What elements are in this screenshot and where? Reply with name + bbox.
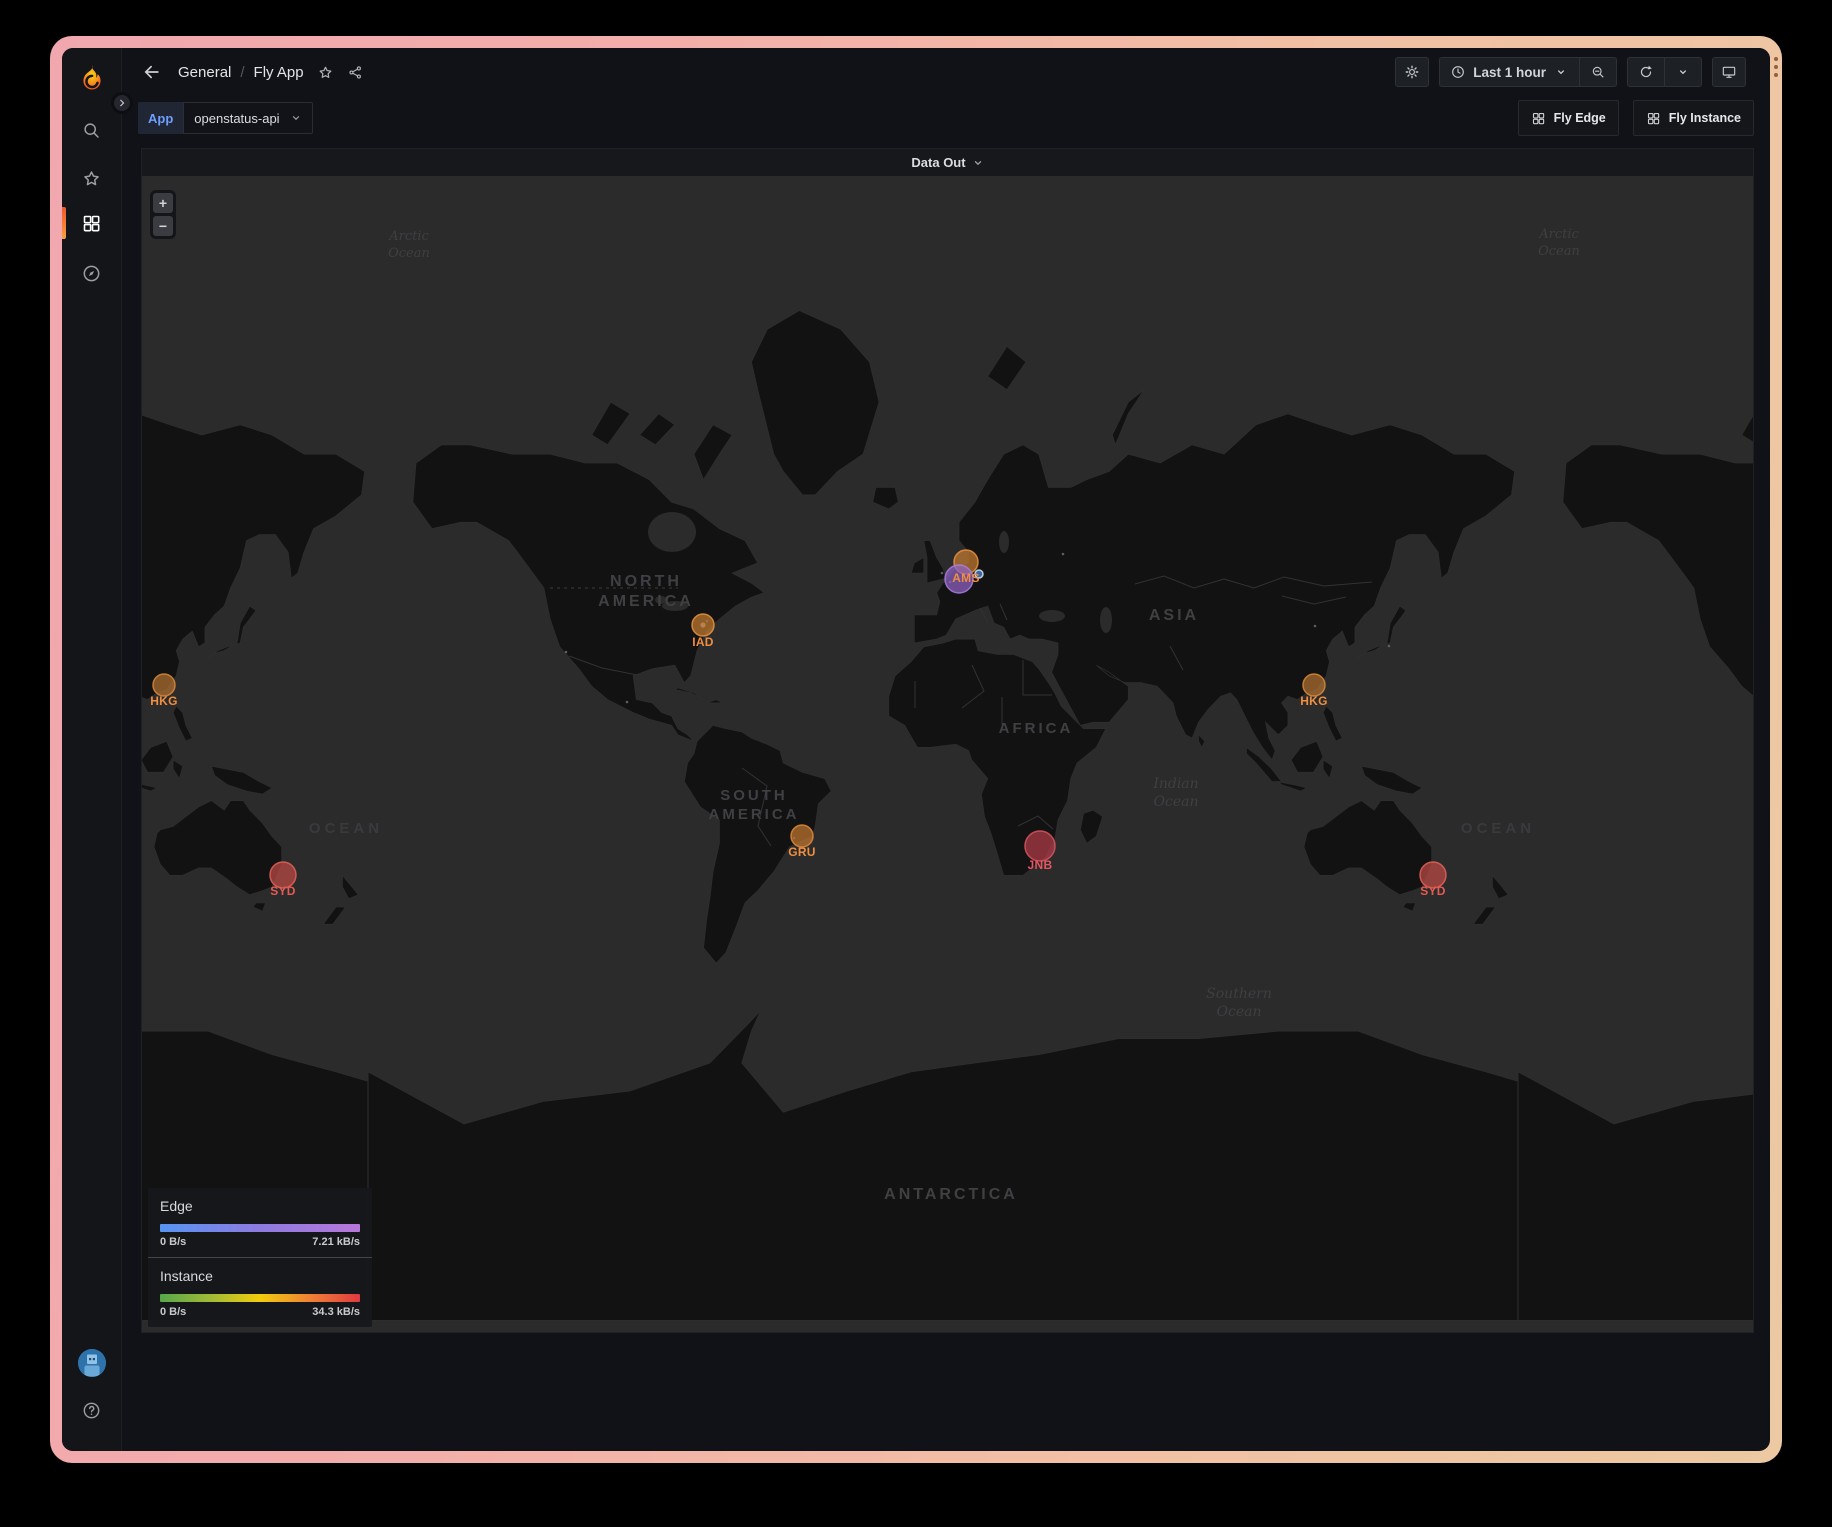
share-icon[interactable] <box>347 64 364 81</box>
dashboards-icon[interactable] <box>80 211 104 235</box>
map-marker[interactable] <box>791 825 813 847</box>
zoom-out-button[interactable]: − <box>153 216 173 236</box>
active-indicator <box>62 207 66 239</box>
fly-edge-link[interactable]: Fly Edge <box>1518 100 1619 136</box>
apps-icon <box>1531 111 1546 126</box>
refresh-picker <box>1627 57 1702 87</box>
refresh-button[interactable] <box>1628 58 1664 86</box>
frame-dots <box>1774 57 1778 77</box>
chevron-down-icon <box>1553 64 1569 80</box>
world-map[interactable]: ArcticOceanArcticOceanNORTHAMERICAASIAAF… <box>142 176 1753 1332</box>
legend-max: 34.3 kB/s <box>312 1306 360 1318</box>
svg-text:ANTARCTICA: ANTARCTICA <box>884 1186 1018 1203</box>
variable-value: openstatus-api <box>194 111 279 126</box>
marker-label: SYD <box>1420 884 1446 898</box>
time-range-label: Last 1 hour <box>1473 65 1546 80</box>
grafana-app: General / Fly App <box>62 48 1770 1451</box>
user-avatar[interactable] <box>78 1349 106 1377</box>
chevron-down-icon <box>1675 64 1691 80</box>
variable-value-dropdown[interactable]: openstatus-api <box>183 102 312 134</box>
svg-text:ASIA: ASIA <box>1149 607 1199 624</box>
zoom-out-time-button[interactable] <box>1579 58 1616 86</box>
help-icon[interactable] <box>80 1398 104 1422</box>
app-variable-control[interactable]: App openstatus-api <box>138 102 313 134</box>
fly-instance-link[interactable]: Fly Instance <box>1633 100 1754 136</box>
time-range-picker: Last 1 hour <box>1439 57 1617 87</box>
breadcrumb-separator: / <box>240 64 244 81</box>
panel-header[interactable]: Data Out <box>142 149 1753 176</box>
time-range-button[interactable]: Last 1 hour <box>1440 58 1579 86</box>
map-legend: Edge 0 B/s 7.21 kB/s Instance 0 B/s 34.3 kB/s <box>148 1188 372 1327</box>
svg-text:OCEAN: OCEAN <box>309 820 383 837</box>
search-icon[interactable] <box>80 118 104 142</box>
legend-layer-title: Edge <box>160 1198 360 1214</box>
favorite-star-icon[interactable] <box>317 64 334 81</box>
refresh-icon <box>1638 64 1654 80</box>
marker-label: JNB <box>1028 858 1053 872</box>
geomap-panel: Data Out ArcticOceanArcticOceanNORTHAMER… <box>141 148 1754 1333</box>
top-navbar: General / Fly App <box>122 48 1770 96</box>
grafana-logo-icon[interactable] <box>78 64 106 94</box>
apps-icon <box>1646 111 1661 126</box>
breadcrumb: General / Fly App <box>178 64 364 81</box>
dashboard-settings-button[interactable] <box>1395 57 1429 87</box>
back-arrow-icon[interactable] <box>142 62 162 82</box>
legend-min: 0 B/s <box>160 1306 186 1318</box>
marker-label: GRU <box>788 845 816 859</box>
breadcrumb-section[interactable]: General <box>178 64 231 81</box>
legend-gradient-bar <box>160 1294 360 1302</box>
sidebar-expand-button[interactable] <box>111 92 133 114</box>
marker-label: SYD <box>270 884 296 898</box>
window-frame: General / Fly App <box>50 36 1782 1463</box>
legend-layer-title: Instance <box>160 1268 360 1284</box>
clock-icon <box>1450 64 1466 80</box>
svg-text:AFRICA: AFRICA <box>999 720 1074 737</box>
variable-label: App <box>138 102 183 134</box>
marker-label: HKG <box>150 694 178 708</box>
map-marker[interactable] <box>153 674 175 696</box>
chevron-down-icon <box>972 157 984 169</box>
magnifier-minus-icon <box>1590 64 1606 80</box>
legend-gradient-bar <box>160 1224 360 1232</box>
map-zoom-control: + − <box>150 190 176 239</box>
marker-label: HKG <box>1300 694 1328 708</box>
refresh-interval-dropdown[interactable] <box>1664 58 1701 86</box>
svg-text:OCEAN: OCEAN <box>1461 820 1535 837</box>
fly-edge-label: Fly Edge <box>1554 111 1606 125</box>
chevron-down-icon <box>290 112 302 124</box>
kiosk-mode-button[interactable] <box>1712 57 1746 87</box>
map-marker[interactable] <box>1025 831 1055 861</box>
marker-label: IAD <box>692 635 714 649</box>
explore-compass-icon[interactable] <box>80 261 104 285</box>
breadcrumb-page[interactable]: Fly App <box>254 64 304 81</box>
dashboard-links: Fly Edge Fly Instance <box>1518 100 1754 136</box>
legend-min: 0 B/s <box>160 1236 186 1248</box>
toolbar: Last 1 hour <box>1395 57 1746 87</box>
sidebar <box>62 48 122 1451</box>
map-marker[interactable] <box>692 614 714 636</box>
panel-title: Data Out <box>911 155 965 170</box>
marker-label: AMS <box>952 571 980 585</box>
legend-max: 7.21 kB/s <box>312 1236 360 1248</box>
legend-section: Instance 0 B/s 34.3 kB/s <box>148 1257 372 1327</box>
map-marker[interactable] <box>1303 674 1325 696</box>
zoom-in-button[interactable]: + <box>153 193 173 213</box>
fly-instance-label: Fly Instance <box>1669 111 1741 125</box>
legend-section: Edge 0 B/s 7.21 kB/s <box>148 1188 372 1257</box>
starred-icon[interactable] <box>80 166 104 190</box>
monitor-icon <box>1721 64 1737 80</box>
dashboard-submenu: App openstatus-api Fly Edge <box>122 96 1770 140</box>
